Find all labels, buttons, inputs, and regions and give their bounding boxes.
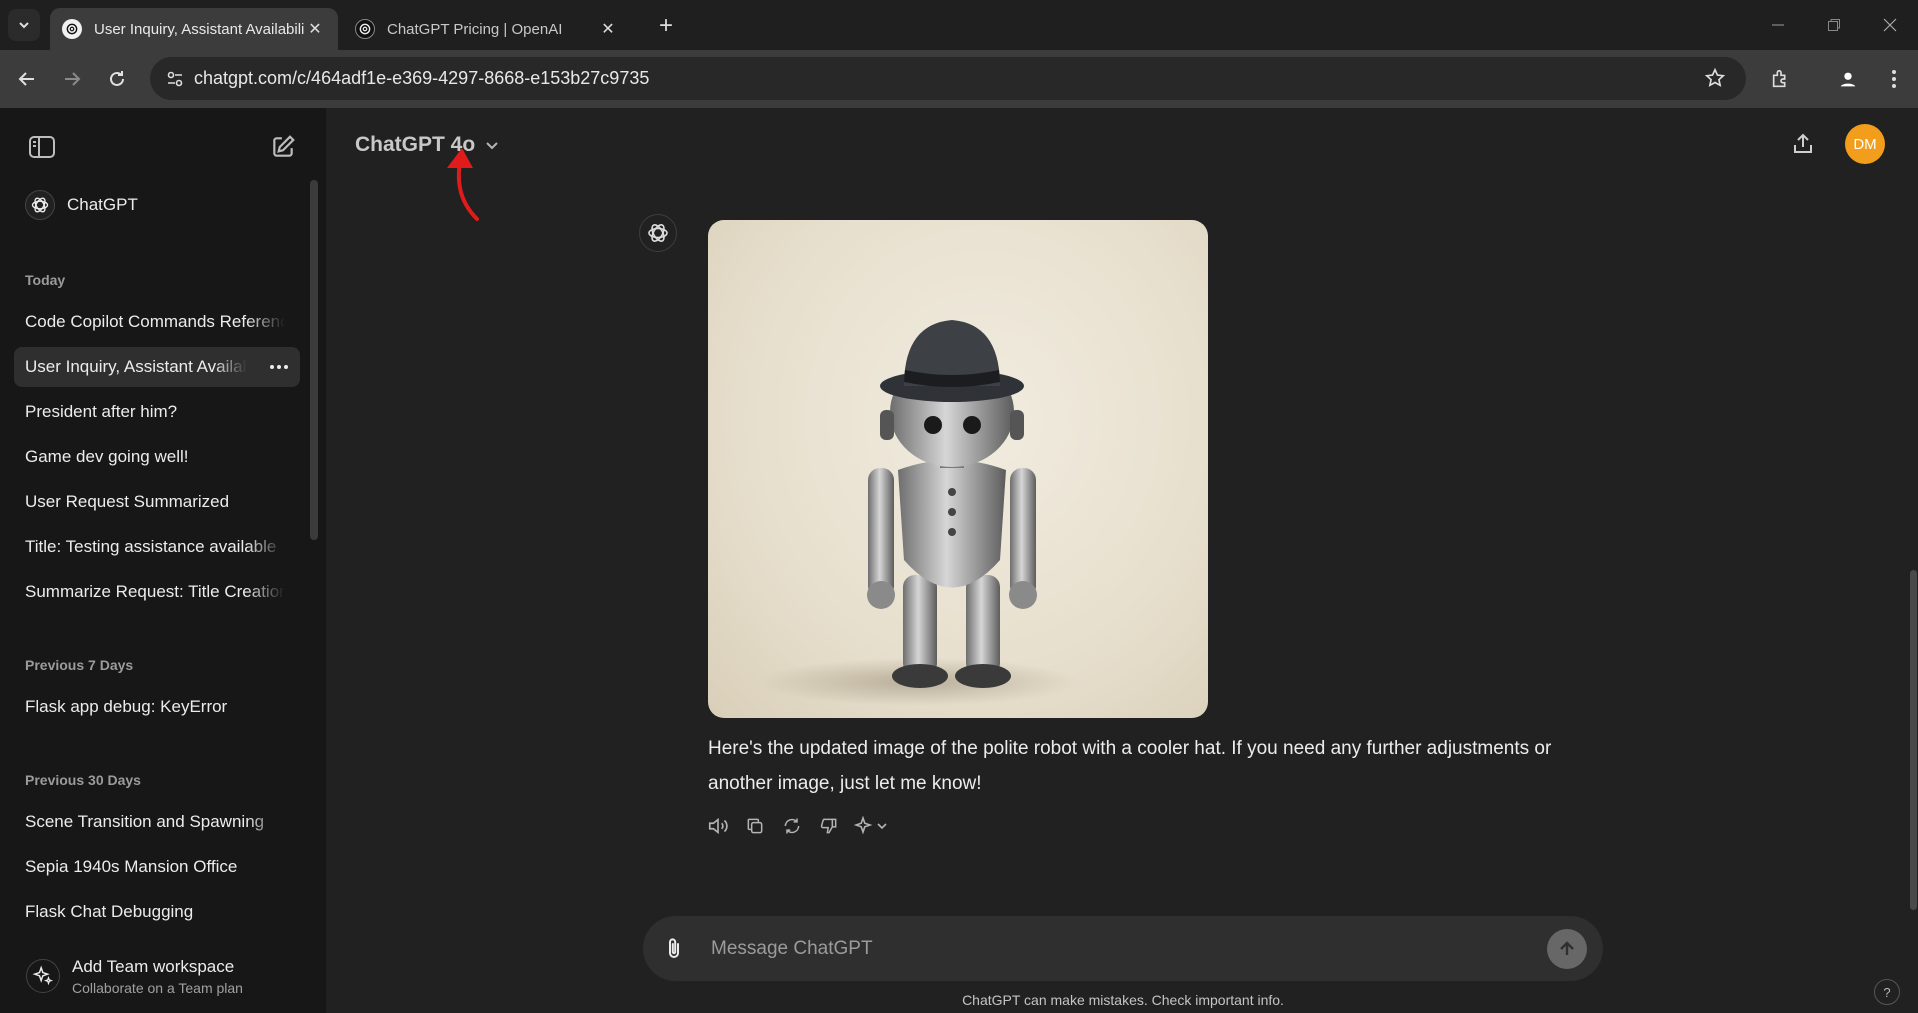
address-bar[interactable]: chatgpt.com/c/464adf1e-e369-4297-8668-e1… — [150, 57, 1746, 100]
sidebar-scrollbar[interactable] — [310, 180, 318, 540]
disclaimer-text: ChatGPT can make mistakes. Check importa… — [962, 992, 1284, 1008]
attach-icon[interactable] — [657, 932, 691, 966]
main-scrollbar[interactable] — [1910, 570, 1917, 910]
chat-history-item[interactable]: Code Copilot Commands Referenc — [14, 302, 300, 342]
star-icon[interactable] — [1704, 67, 1728, 91]
chat-history-item-selected[interactable]: User Inquiry, Assistant Availabi — [14, 347, 300, 387]
send-button[interactable] — [1547, 929, 1587, 969]
kebab-menu-icon[interactable] — [1878, 63, 1910, 95]
chat-history-item[interactable]: Summarize Request: Title Creation — [14, 572, 300, 612]
chat-history-label: Flask Chat Debugging — [25, 902, 194, 921]
close-icon[interactable]: ✕ — [597, 18, 619, 40]
chat-history-label: Title: Testing assistance available — [25, 537, 277, 556]
section-title-previous-7-days: Previous 7 Days — [25, 657, 134, 673]
help-icon[interactable]: ? — [1874, 979, 1900, 1005]
tab-title: ChatGPT Pricing | OpenAI — [387, 20, 563, 38]
chat-history-label: Flask app debug: KeyError — [25, 697, 228, 716]
openai-favicon-icon — [355, 19, 375, 39]
chat-history-label: Code Copilot Commands Referenc — [25, 312, 285, 331]
sidebar-toggle-icon[interactable] — [25, 130, 59, 164]
new-tab-icon[interactable]: + — [652, 12, 680, 40]
minimize-icon[interactable] — [1758, 10, 1798, 40]
reload-icon[interactable] — [101, 63, 133, 95]
forward-icon[interactable] — [56, 63, 88, 95]
close-window-icon[interactable] — [1870, 10, 1910, 40]
tab-inactive[interactable]: ChatGPT Pricing | OpenAI ✕ — [343, 8, 631, 50]
back-icon[interactable] — [11, 63, 43, 95]
more-options-icon[interactable] — [266, 355, 292, 379]
generated-robot-image[interactable] — [708, 220, 1208, 718]
extensions-icon[interactable] — [1765, 63, 1797, 95]
close-icon[interactable]: ✕ — [304, 18, 326, 40]
new-chat-icon[interactable] — [266, 130, 300, 164]
sparkle-icon — [26, 959, 60, 993]
message-actions — [704, 812, 901, 840]
chat-history-item[interactable]: Flask app debug: KeyError — [14, 687, 300, 727]
regenerate-icon[interactable] — [778, 812, 806, 840]
message-input[interactable] — [711, 930, 1511, 968]
sidebar: ChatGPT Today Code Copilot Commands Refe… — [0, 108, 326, 1013]
openai-favicon-icon — [62, 19, 82, 39]
copy-icon[interactable] — [741, 812, 769, 840]
restore-icon[interactable] — [1814, 10, 1854, 40]
thumbs-down-icon[interactable] — [815, 812, 843, 840]
team-title: Add Team workspace — [72, 956, 235, 976]
chatgpt-logo-icon — [25, 190, 55, 220]
tab-active[interactable]: User Inquiry, Assistant Availabili ✕ — [50, 8, 338, 50]
speaker-icon[interactable] — [704, 812, 732, 840]
team-subtitle: Collaborate on a Team plan — [72, 979, 243, 996]
chat-history-item[interactable]: President after him? — [14, 392, 300, 432]
chatgpt-logo-icon — [639, 214, 677, 252]
chat-history-item[interactable]: Flask Chat Debugging — [14, 892, 300, 932]
chat-history-item[interactable]: Title: Testing assistance available — [14, 527, 300, 567]
chat-history-item[interactable]: User Request Summarized — [14, 482, 300, 522]
url-text: chatgpt.com/c/464adf1e-e369-4297-8668-e1… — [194, 68, 650, 88]
chat-history-item[interactable]: Sepia 1940s Mansion Office — [14, 847, 300, 887]
section-title-previous-30-days: Previous 30 Days — [25, 772, 141, 788]
profile-icon[interactable] — [1832, 63, 1864, 95]
chat-history-label: Scene Transition and Spawning — [25, 812, 265, 831]
sparkle-icon[interactable] — [852, 812, 892, 840]
chat-history-label: President after him? — [25, 402, 178, 421]
browser-toolbar: chatgpt.com/c/464adf1e-e369-4297-8668-e1… — [0, 50, 1918, 108]
message-composer — [643, 916, 1603, 981]
tab-title: User Inquiry, Assistant Availabili — [94, 20, 304, 38]
chat-history-item[interactable]: Scene Transition and Spawning — [14, 802, 300, 842]
chat-history-item[interactable]: Game dev going well! — [14, 437, 300, 477]
user-avatar[interactable]: DM — [1845, 124, 1885, 164]
chat-history-label: Game dev going well! — [25, 447, 189, 466]
sidebar-chatgpt-link[interactable]: ChatGPT — [14, 185, 299, 225]
add-team-workspace-button[interactable]: Add Team workspace Collaborate on a Team… — [14, 946, 300, 1006]
share-icon[interactable] — [1786, 127, 1820, 161]
browser-tab-bar: User Inquiry, Assistant Availabili ✕ Cha… — [0, 0, 1918, 50]
sidebar-chatgpt-label: ChatGPT — [67, 195, 138, 214]
annotation-arrow — [447, 148, 479, 221]
site-info-icon[interactable] — [164, 68, 186, 90]
assistant-message-text: Here's the updated image of the polite r… — [708, 738, 1552, 794]
tab-list-icon[interactable] — [8, 9, 40, 41]
section-title-today: Today — [25, 272, 66, 288]
chat-history-label: Summarize Request: Title Creation — [25, 582, 285, 601]
chat-history-label: User Inquiry, Assistant Availabi — [25, 357, 247, 376]
chat-history-label: Sepia 1940s Mansion Office — [25, 857, 238, 876]
chat-history-label: User Request Summarized — [25, 492, 230, 511]
